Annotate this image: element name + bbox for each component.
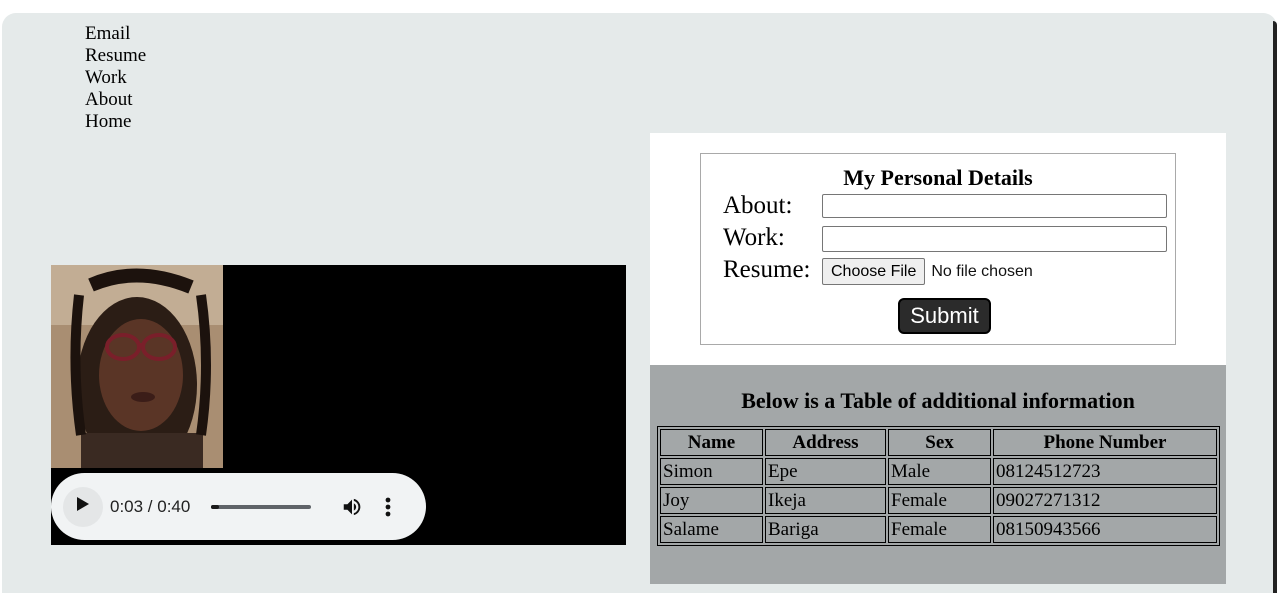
cell-phone: 08150943566 xyxy=(993,516,1217,543)
table-row: Joy Ikeja Female 09027271312 xyxy=(660,487,1217,514)
form-title: My Personal Details xyxy=(843,165,1033,190)
personal-details-panel: My Personal Details About: Work: Resume:… xyxy=(650,133,1226,365)
header-name: Name xyxy=(660,429,763,456)
cell-sex: Female xyxy=(888,487,991,514)
nav-link-work[interactable]: Work xyxy=(85,67,127,88)
portrait-image xyxy=(51,265,223,468)
header-phone: Phone Number xyxy=(993,429,1217,456)
file-status: No file chosen xyxy=(931,262,1033,280)
nav-item-email[interactable]: Email xyxy=(85,23,146,45)
cell-address: Bariga xyxy=(765,516,886,543)
play-icon xyxy=(76,496,90,517)
table-header-row: Name Address Sex Phone Number xyxy=(660,429,1217,456)
about-input[interactable] xyxy=(822,194,1167,218)
choose-file-button[interactable]: Choose File xyxy=(822,258,926,285)
audio-time: 0:03 / 0:40 xyxy=(110,496,191,516)
seek-progress xyxy=(211,504,219,509)
nav-link-home[interactable]: Home xyxy=(85,111,131,132)
table-row: Simon Epe Male 08124512723 xyxy=(660,458,1217,485)
cell-name: Salame xyxy=(660,516,763,543)
nav-list: Email Resume Work About Home xyxy=(85,23,146,133)
cell-name: Simon xyxy=(660,458,763,485)
cell-phone: 08124512723 xyxy=(993,458,1217,485)
header-address: Address xyxy=(765,429,886,456)
seek-slider[interactable] xyxy=(211,504,312,509)
cell-sex: Female xyxy=(888,516,991,543)
cell-name: Joy xyxy=(660,487,763,514)
additional-info-panel: Below is a Table of additional informati… xyxy=(650,365,1226,584)
nav-link-resume[interactable]: Resume xyxy=(85,45,146,66)
play-button[interactable] xyxy=(63,486,103,527)
resume-file-input[interactable]: Choose File No file chosen xyxy=(822,258,1033,285)
cell-address: Ikeja xyxy=(765,487,886,514)
media-player: 0:03 / 0:40 xyxy=(51,265,626,545)
nav-link-about[interactable]: About xyxy=(85,89,133,110)
nav-item-resume[interactable]: Resume xyxy=(85,45,146,67)
nav-item-about[interactable]: About xyxy=(85,89,146,111)
table-row: Salame Bariga Female 08150943566 xyxy=(660,516,1217,543)
cell-address: Epe xyxy=(765,458,886,485)
submit-button[interactable]: Submit xyxy=(898,298,991,334)
table-title: Below is a Table of additional informati… xyxy=(741,388,1135,413)
cell-phone: 09027271312 xyxy=(993,487,1217,514)
volume-icon[interactable] xyxy=(341,496,363,518)
audio-controls[interactable]: 0:03 / 0:40 xyxy=(51,473,426,540)
about-label: About: xyxy=(723,192,793,219)
nav-item-home[interactable]: Home xyxy=(85,111,146,133)
header-sex: Sex xyxy=(888,429,991,456)
work-label: Work: xyxy=(723,224,785,251)
work-input[interactable] xyxy=(822,226,1167,252)
resume-label: Resume: xyxy=(723,256,811,283)
nav-item-work[interactable]: Work xyxy=(85,67,146,89)
cell-sex: Male xyxy=(888,458,991,485)
more-options-icon[interactable] xyxy=(385,497,391,517)
personal-details-form: My Personal Details About: Work: Resume:… xyxy=(700,153,1176,345)
nav-link-email[interactable]: Email xyxy=(85,23,130,44)
info-table: Name Address Sex Phone Number Simon Epe … xyxy=(657,426,1220,546)
